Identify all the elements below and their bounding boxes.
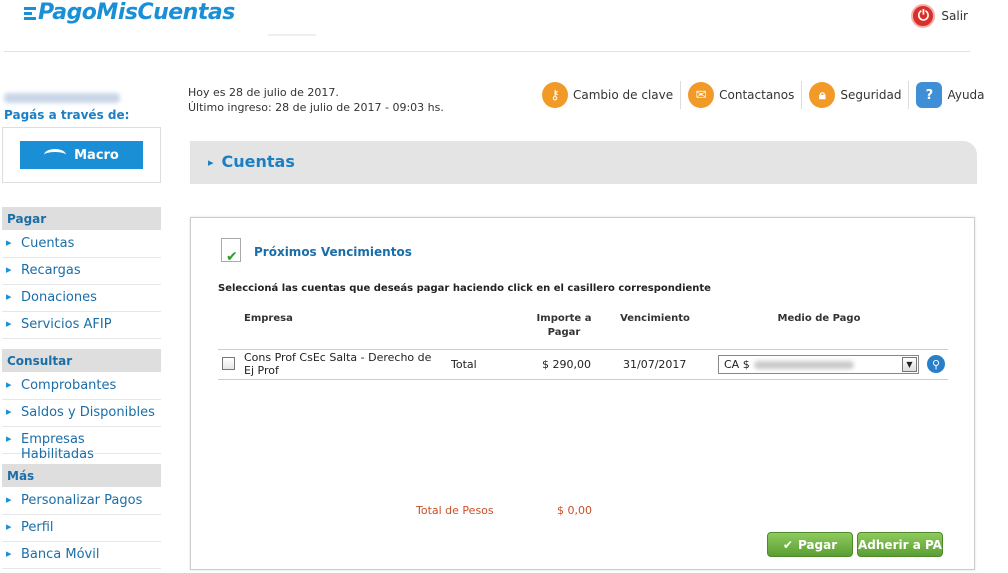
pay-button[interactable]: ✔ Pagar [767, 532, 853, 557]
document-check-icon: ✔ [221, 238, 241, 265]
change-key-label: Cambio de clave [573, 88, 674, 102]
security-label: Seguridad [840, 88, 902, 102]
adhere-pa-button[interactable]: Adherir a PA [857, 532, 943, 557]
logo-text: PagoMisCuentas [38, 0, 235, 25]
nav-item-personalizar-pagos[interactable]: Personalizar Pagos [2, 488, 161, 515]
logo-underline [268, 34, 316, 36]
header-divider [4, 51, 970, 52]
page-title-bar: Cuentas [190, 141, 977, 184]
bank-box: Macro [2, 127, 161, 183]
bank-name: Macro [74, 147, 119, 163]
last-login: Último ingreso: 28 de julio de 2017 - 09… [188, 101, 444, 114]
check-icon: ✔ [782, 537, 793, 552]
total-value: $ 0,00 [557, 504, 592, 517]
nav-section-mas: Más [2, 464, 161, 487]
bank-logo-icon [44, 149, 67, 161]
col-header-importe: Importe a Pagar [536, 313, 592, 338]
nav-item-donaciones[interactable]: Donaciones [2, 285, 161, 312]
key-icon: ⚷ [542, 82, 568, 108]
help-link[interactable]: ? Ayuda [909, 81, 991, 109]
mail-icon: ✉ [688, 82, 715, 108]
change-key-link[interactable]: ⚷ Cambio de clave [535, 81, 682, 109]
upcoming-due-panel: ✔ Próximos Vencimientos Seleccioná las c… [190, 217, 975, 570]
col-header-empresa: Empresa [244, 313, 293, 324]
row-importe: $ 290,00 [542, 358, 591, 371]
table-header-divider [218, 349, 948, 350]
search-icon[interactable]: ⚲ [927, 355, 945, 373]
nav-section-pagar: Pagar [2, 207, 161, 230]
help-icon: ? [916, 82, 943, 108]
contact-link[interactable]: ✉ Contactanos [681, 81, 803, 109]
exit-label: Salir [941, 9, 968, 23]
pay-button-label: Pagar [797, 537, 838, 552]
nav-section-consultar: Consultar [2, 349, 161, 372]
panel-instruction: Seleccioná las cuentas que deseás pagar … [218, 283, 711, 294]
row-empresa: Cons Prof CsEc Salta - Derecho de Ej Pro… [244, 351, 432, 377]
payment-method-select[interactable]: CA $ ▼ [718, 355, 919, 374]
nav-item-banca-movil[interactable]: Banca Móvil [2, 542, 161, 569]
chevron-down-icon: ▼ [902, 357, 917, 372]
nav-item-servicios-afip[interactable]: Servicios AFIP [2, 312, 161, 339]
lock-icon: 🔒︎ [809, 82, 836, 108]
bank-logo: Macro [20, 141, 143, 169]
session-info: Hoy es 28 de julio de 2017. Último ingre… [188, 85, 444, 115]
col-header-vencimiento: Vencimiento [620, 313, 690, 324]
table-row-divider [218, 379, 948, 380]
top-links: ⚷ Cambio de clave ✉ Contactanos 🔒︎ Segur… [535, 80, 992, 110]
nav-item-perfil[interactable]: Perfil [2, 515, 161, 542]
nav-item-empresas-habilitadas[interactable]: Empresas Habilitadas [2, 427, 161, 462]
nav-item-cuentas[interactable]: Cuentas [2, 231, 161, 258]
payment-method-value: CA $ [724, 358, 750, 371]
pagomiscuentas-logo[interactable]: PagoMisCuentas [24, 0, 235, 25]
col-header-medio-pago: Medio de Pago [777, 313, 861, 324]
logo-bars-icon [24, 5, 36, 22]
contact-label: Contactanos [719, 88, 795, 102]
nav-item-saldos[interactable]: Saldos y Disponibles [2, 400, 161, 427]
help-label: Ayuda [947, 88, 985, 102]
nav-item-recargas[interactable]: Recargas [2, 258, 161, 285]
row-vencimiento: 31/07/2017 [623, 358, 687, 371]
account-number-redacted [753, 361, 854, 369]
user-name-redacted [4, 93, 120, 103]
today-date: Hoy es 28 de julio de 2017. [188, 86, 339, 99]
total-label: Total de Pesos [416, 504, 494, 517]
pay-through-label: Pagás a través de: [4, 108, 130, 122]
power-icon: ⏻ [911, 4, 936, 28]
page-title: Cuentas [208, 152, 295, 171]
nav-item-comprobantes[interactable]: Comprobantes [2, 373, 161, 400]
exit-button[interactable]: ⏻ Salir [911, 4, 968, 28]
security-link[interactable]: 🔒︎ Seguridad [802, 81, 910, 109]
row-tipo: Total [451, 358, 477, 371]
row-select-checkbox[interactable] [222, 357, 235, 370]
panel-title: Próximos Vencimientos [254, 245, 412, 259]
adhere-pa-label: Adherir a PA [858, 537, 942, 552]
